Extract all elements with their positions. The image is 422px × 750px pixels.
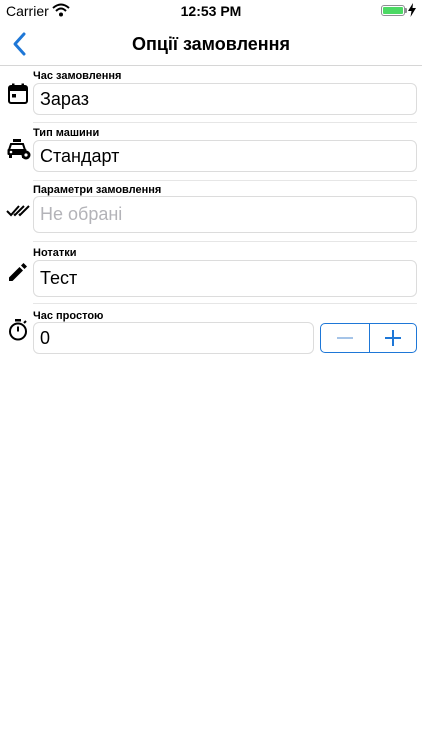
battery-icon	[381, 5, 405, 16]
notes-label: Нотатки	[33, 247, 77, 259]
order-time-field[interactable]: Зараз	[33, 83, 417, 115]
decrement-button[interactable]	[321, 324, 369, 352]
idle-time-stepper	[320, 323, 417, 353]
notes-field[interactable]: Тест	[33, 260, 417, 297]
minus-icon	[337, 337, 353, 339]
plus-icon	[385, 330, 401, 346]
page-title: Опції замовлення	[131, 34, 291, 54]
order-params-placeholder: Не обрані	[40, 204, 123, 224]
calendar-icon	[8, 83, 28, 104]
order-time-label: Час замовлення	[33, 70, 122, 82]
status-bar: Carrier 12:53 PM	[0, 0, 422, 22]
taxi-settings-icon	[7, 139, 31, 160]
increment-button[interactable]	[369, 324, 417, 352]
idle-time-label: Час простою	[33, 310, 104, 322]
status-time: 12:53 PM	[180, 3, 242, 19]
order-params-field[interactable]: Не обрані	[33, 196, 417, 233]
car-type-row[interactable]: Тип машини Стандарт	[0, 123, 422, 179]
car-type-label: Тип машини	[33, 127, 100, 139]
order-time-row[interactable]: Час замовлення Зараз	[0, 66, 422, 122]
idle-time-row: Час простою 0	[0, 304, 422, 356]
navigation-bar: Опції замовлення	[0, 22, 422, 66]
pencil-icon	[9, 263, 27, 281]
notes-row[interactable]: Нотатки Тест	[0, 242, 422, 302]
charging-icon	[408, 3, 416, 17]
battery-cap	[405, 8, 407, 13]
stopwatch-icon	[9, 319, 27, 341]
idle-time-field[interactable]: 0	[33, 322, 314, 354]
order-params-row[interactable]: Параметри замовлення Не обрані	[0, 181, 422, 241]
car-type-field[interactable]: Стандарт	[33, 140, 417, 172]
order-params-label: Параметри замовлення	[33, 184, 162, 196]
double-check-icon	[6, 205, 30, 217]
